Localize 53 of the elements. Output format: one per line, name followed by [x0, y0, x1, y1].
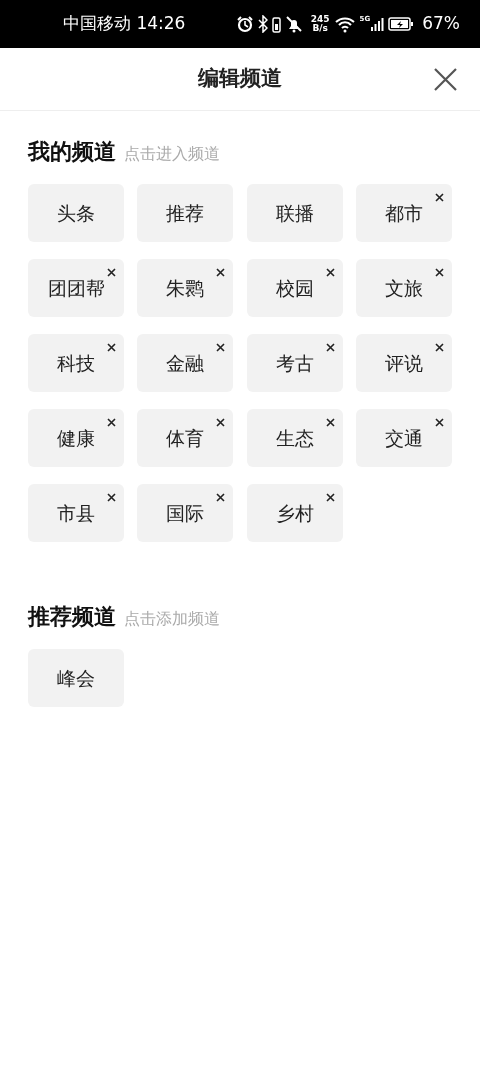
- channel-chip[interactable]: 头条: [28, 184, 124, 242]
- channel-chip[interactable]: 文旅: [355, 259, 452, 317]
- channel-chip[interactable]: 乡村: [246, 484, 343, 542]
- channel-chip[interactable]: 考古: [246, 334, 343, 392]
- channel-chip[interactable]: 市县: [28, 484, 124, 542]
- battery-charging-icon: [388, 16, 415, 32]
- channel-chip[interactable]: 健康: [28, 409, 124, 467]
- channel-chip[interactable]: 体育: [137, 409, 234, 467]
- remove-icon[interactable]: [216, 268, 226, 277]
- remove-icon[interactable]: [216, 418, 226, 427]
- wifi-icon: [333, 15, 356, 33]
- remove-icon[interactable]: [434, 268, 444, 277]
- remove-icon[interactable]: [107, 268, 116, 277]
- channel-chip[interactable]: 校园: [246, 259, 343, 317]
- remove-icon[interactable]: [434, 418, 444, 427]
- section-hint: 点击添加频道: [124, 608, 220, 630]
- remove-icon[interactable]: [216, 493, 226, 502]
- channel-chip[interactable]: 朱鹮: [137, 259, 234, 317]
- speed-value: 245: [310, 15, 330, 24]
- channel-chip[interactable]: 评说: [355, 334, 452, 392]
- remove-icon[interactable]: [325, 268, 335, 277]
- page-title: 编辑频道: [198, 65, 282, 93]
- signal-icon: [370, 16, 385, 32]
- channel-chip[interactable]: 生态: [246, 409, 343, 467]
- bell-muted-icon: [284, 15, 303, 33]
- channel-chip[interactable]: 科技: [28, 334, 124, 392]
- channel-chip[interactable]: 金融: [137, 334, 234, 392]
- channel-chip[interactable]: 国际: [137, 484, 234, 542]
- bluetooth-icon: [257, 15, 268, 33]
- alarm-icon: [235, 15, 254, 33]
- battery-percent: 67%: [422, 12, 460, 36]
- section-hint: 点击进入频道: [124, 143, 220, 165]
- channel-chip[interactable]: 峰会: [28, 649, 124, 707]
- remove-icon[interactable]: [325, 343, 335, 352]
- remove-icon[interactable]: [107, 418, 116, 427]
- channel-chip[interactable]: 都市: [355, 184, 452, 242]
- carrier-time: 中国移动 14:26: [63, 12, 186, 36]
- speed-unit: B/s: [311, 24, 329, 33]
- channel-chip[interactable]: 交通: [355, 409, 452, 467]
- channel-chip[interactable]: 联播: [246, 184, 343, 242]
- section-title: 我的频道: [28, 138, 116, 166]
- remove-icon[interactable]: [107, 343, 116, 352]
- battery-small-icon: [271, 15, 281, 33]
- channel-chip[interactable]: 团团帮: [28, 259, 124, 317]
- section-title: 推荐频道: [28, 603, 116, 631]
- close-button[interactable]: [434, 68, 457, 91]
- channel-chip[interactable]: 推荐: [137, 184, 234, 242]
- remove-icon[interactable]: [325, 418, 335, 427]
- remove-icon[interactable]: [434, 193, 444, 202]
- remove-icon[interactable]: [216, 343, 226, 352]
- remove-icon[interactable]: [325, 493, 335, 502]
- remove-icon[interactable]: [107, 493, 116, 502]
- remove-icon[interactable]: [434, 343, 444, 352]
